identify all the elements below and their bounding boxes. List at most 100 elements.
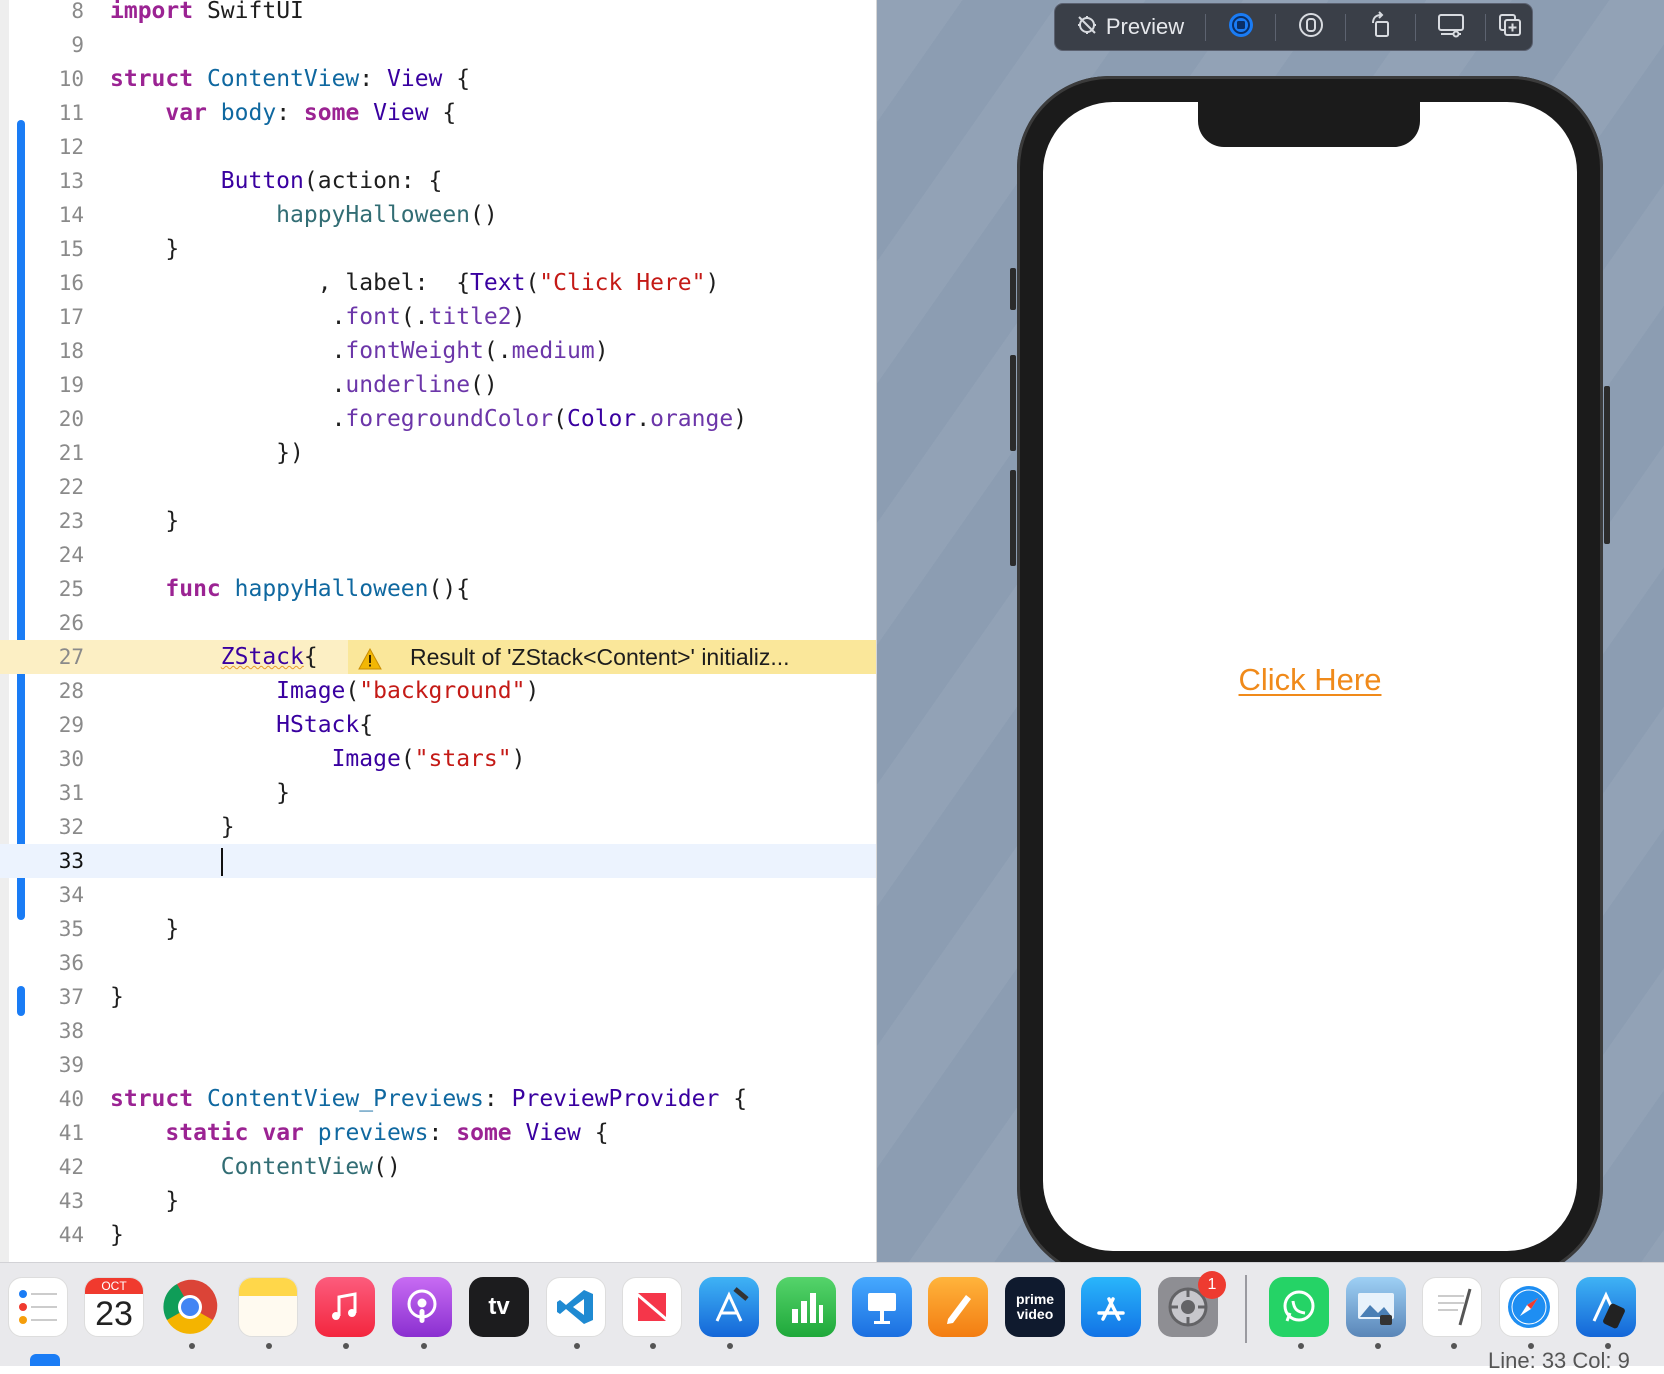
token: { [303,644,318,670]
rotate-button[interactable] [1350,4,1412,50]
preview-app-icon[interactable] [1346,1277,1406,1337]
token: title2 [428,304,512,330]
duplicate-icon [1496,11,1524,44]
line-number: 39 [58,1053,84,1077]
code-line[interactable]: 22 [0,470,876,504]
token: Color [567,406,637,432]
line-number: 9 [71,33,84,57]
warning-text: Result of 'ZStack<Content>' initializ... [410,644,790,670]
code-line[interactable]: 35 } [0,912,876,946]
code-line[interactable]: 18 .fontWeight(.medium) [0,334,876,368]
safari-icon[interactable] [1499,1277,1559,1337]
xcode-icon[interactable] [699,1277,759,1337]
line-number: 32 [58,815,84,839]
token: var [262,1120,304,1146]
simulator-icon[interactable] [1576,1277,1636,1337]
reminders-icon[interactable] [8,1277,68,1337]
token: orange [650,406,734,432]
pages-icon[interactable] [928,1277,988,1337]
token: { [733,1086,748,1112]
code-line[interactable]: 9 [0,28,876,62]
code-line[interactable]: 12 [0,130,876,164]
line-number: 14 [58,203,84,227]
code-line[interactable]: 14 happyHalloween() [0,198,876,232]
notes-icon[interactable] [238,1277,298,1337]
code-line[interactable]: 31 } [0,776,876,810]
code-line[interactable]: 41 static var previews: some View { [0,1116,876,1150]
code-line[interactable]: 36 [0,946,876,980]
code-line[interactable]: 21 }) [0,436,876,470]
code-line[interactable]: 34 [0,878,876,912]
token: ContentView [206,66,360,92]
line-number: 22 [58,475,84,499]
text-caret [220,847,223,876]
code-line[interactable]: 16 , label: {Text("Click Here") [0,266,876,300]
line-number: 38 [58,1019,84,1043]
token: . [331,304,346,330]
code-line-warning[interactable]: 27 ZStack{ Result of 'ZStack<Content>' i… [0,640,876,674]
code-editor[interactable]: 8 import SwiftUI 9 10 struct ContentView: … [0,0,877,1262]
code-line[interactable]: 20 .foregroundColor(Color.orange) [0,402,876,436]
click-here-button[interactable]: Click Here [1043,662,1577,698]
duplicate-preview-button[interactable] [1487,4,1533,50]
token: () [470,372,498,398]
code-line[interactable]: 11 var body: some View { [0,96,876,130]
token: . [331,372,346,398]
line-number: 26 [58,611,84,635]
token: struct [110,66,194,92]
device-settings-button[interactable] [1420,4,1482,50]
code-line[interactable]: 38 [0,1014,876,1048]
code-line[interactable]: 44} [0,1218,876,1252]
code-line[interactable]: 15 } [0,232,876,266]
line-number: 43 [58,1189,84,1213]
preview-mode-button[interactable]: Preview [1065,4,1195,50]
whatsapp-icon[interactable] [1269,1277,1329,1337]
keynote-icon[interactable] [852,1277,912,1337]
code-line[interactable]: 24 [0,538,876,572]
code-line[interactable]: 10 struct ContentView: View { [0,62,876,96]
preview-canvas[interactable]: Preview Click Here [877,0,1664,1262]
line-number: 28 [58,679,84,703]
code-line[interactable]: 37} [0,980,876,1014]
vscode-icon[interactable] [546,1277,606,1337]
warning-message[interactable]: Result of 'ZStack<Content>' initializ... [348,640,876,674]
code-line[interactable]: 30 Image("stars") [0,742,876,776]
app-store-icon[interactable] [1081,1277,1141,1337]
line-number: 19 [58,373,84,397]
token: func [165,576,221,602]
code-line[interactable]: 43 } [0,1184,876,1218]
numbers-icon[interactable] [776,1277,836,1337]
code-line[interactable]: 13 Button(action: { [0,164,876,198]
rotate-icon [1367,10,1395,44]
code-line[interactable]: 42 ContentView() [0,1150,876,1184]
prime-video-icon[interactable]: prime video [1005,1277,1065,1337]
code-line[interactable]: 32 } [0,810,876,844]
line-number: 8 [71,0,84,23]
code-line[interactable]: 29 HStack{ [0,708,876,742]
code-line[interactable]: 19 .underline() [0,368,876,402]
code-line[interactable]: 39 [0,1048,876,1082]
apple-tv-icon[interactable]: tv [469,1277,529,1337]
token: { [442,100,457,126]
phone-volume-up [1010,355,1016,451]
code-line[interactable]: 40 struct ContentView_Previews: PreviewPr… [0,1082,876,1116]
code-line[interactable]: 8 import SwiftUI [0,0,876,28]
code-line[interactable]: 23 } [0,504,876,538]
token: ( [345,678,360,704]
news-icon[interactable] [622,1277,682,1337]
code-line[interactable]: 28 Image("background") [0,674,876,708]
code-line[interactable]: 25 func happyHalloween(){ [0,572,876,606]
music-icon[interactable] [315,1277,375,1337]
live-mode-button[interactable] [1210,4,1272,50]
calendar-icon[interactable]: OCT 23 [84,1277,144,1337]
code-line[interactable]: 17 .font(.title2) [0,300,876,334]
chrome-icon[interactable] [160,1277,220,1337]
selectable-mode-button[interactable] [1280,4,1342,50]
token: ) [511,746,526,772]
textedit-icon[interactable] [1422,1277,1482,1337]
token: struct [110,1086,194,1112]
code-line-current[interactable]: 33 [0,844,876,878]
running-indicator [1451,1343,1457,1349]
podcasts-icon[interactable] [392,1277,452,1337]
code-line[interactable]: 26 [0,606,876,640]
